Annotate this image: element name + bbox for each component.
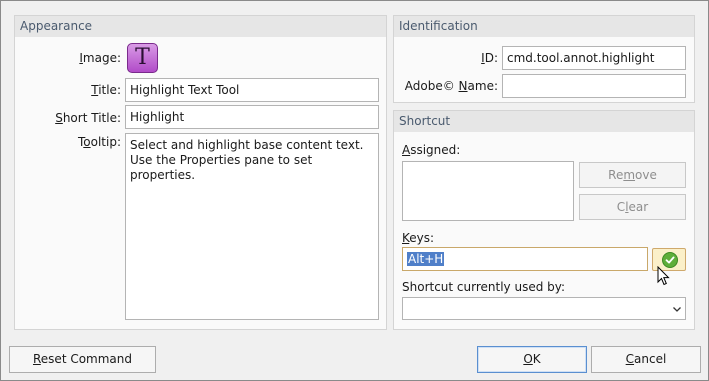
adobe-name-field[interactable] xyxy=(502,74,686,98)
cancel-button[interactable]: Cancel xyxy=(591,346,701,373)
short-title-label: Short Title: xyxy=(55,111,121,125)
title-field[interactable]: Highlight Text Tool xyxy=(125,78,379,102)
short-title-field[interactable]: Highlight xyxy=(125,105,379,129)
adobe-name-label: Adobe© Name: xyxy=(404,79,498,93)
keys-label: Keys: xyxy=(402,231,435,245)
mouse-cursor-icon xyxy=(657,266,670,286)
appearance-header: Appearance xyxy=(15,16,386,37)
chevron-down-icon xyxy=(673,307,681,312)
id-label: ID: xyxy=(481,51,498,65)
image-label: Image: xyxy=(79,51,121,65)
title-label: Title: xyxy=(91,83,121,97)
highlight-text-tool-icon[interactable]: T xyxy=(127,43,158,73)
clear-button[interactable]: Clear xyxy=(579,194,686,220)
identification-header: Identification xyxy=(394,16,694,37)
id-field[interactable]: cmd.tool.annot.highlight xyxy=(502,46,686,70)
remove-button[interactable]: Remove xyxy=(579,162,686,188)
command-properties-dialog: Appearance Image: T Title: Highlight Tex… xyxy=(0,0,709,381)
used-by-label: Shortcut currently used by: xyxy=(402,280,566,294)
keys-value: Alt+H xyxy=(407,252,445,266)
used-by-combo[interactable] xyxy=(402,297,686,320)
ok-button[interactable]: OK xyxy=(477,346,587,373)
tooltip-line-2: Use the Properties pane to set propertie… xyxy=(130,153,313,182)
shortcut-header: Shortcut xyxy=(394,111,694,132)
assigned-list[interactable] xyxy=(402,161,574,221)
assigned-label: Assigned: xyxy=(402,143,461,157)
tooltip-field[interactable]: Select and highlight base content text. … xyxy=(125,133,379,320)
reset-command-button[interactable]: Reset Command xyxy=(9,346,156,373)
tooltip-label: Tooltip: xyxy=(77,135,121,149)
icon-letter: T xyxy=(135,45,150,70)
keys-field[interactable]: Alt+H xyxy=(402,247,648,271)
tooltip-line-1: Select and highlight base content text. xyxy=(130,138,364,152)
